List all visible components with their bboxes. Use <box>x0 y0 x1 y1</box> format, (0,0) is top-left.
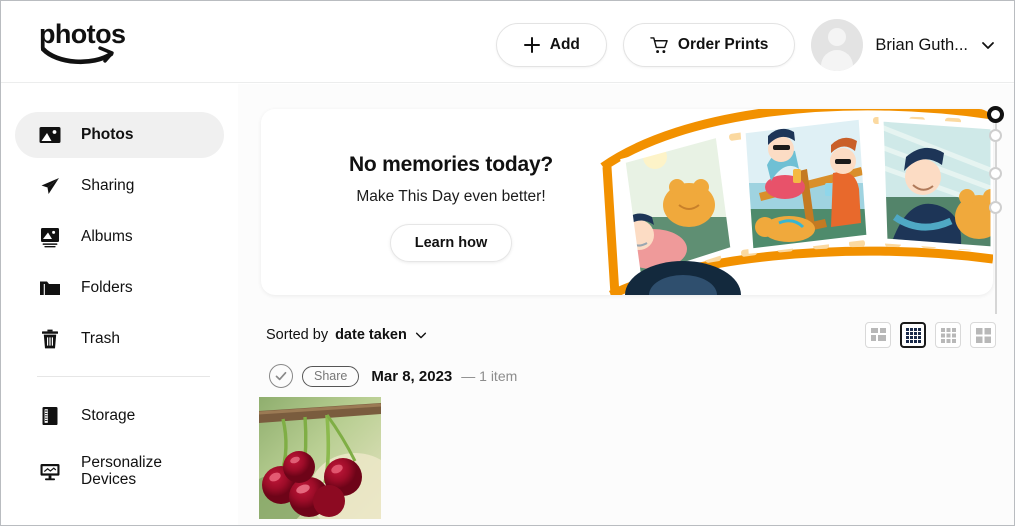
scrubber-dot[interactable] <box>989 201 1002 214</box>
avatar <box>811 19 864 71</box>
sidebar-item-folders[interactable]: Folders <box>15 265 224 311</box>
sidebar-label-storage: Storage <box>81 407 136 425</box>
sort-value-label: date taken <box>335 327 407 343</box>
personalize-line-1: Personalize <box>81 453 162 471</box>
amazon-photos-window: photos Add Order Prints Brian Guth... Ph… <box>0 0 1015 526</box>
sidebar-item-albums[interactable]: Albums <box>15 214 224 260</box>
banner-text-block: No memories today? Make This Day even be… <box>261 153 641 262</box>
view-mode-dense-grid[interactable] <box>900 322 926 348</box>
avatar-body <box>821 50 854 71</box>
sidebar-item-sharing[interactable]: Sharing <box>15 163 224 209</box>
monitor-icon <box>37 458 63 484</box>
app-header: photos Add Order Prints Brian Guth... <box>1 1 1014 83</box>
learn-how-button[interactable]: Learn how <box>389 224 513 262</box>
sort-prefix-label: Sorted by <box>266 327 329 343</box>
trash-icon <box>37 326 63 352</box>
sidebar-divider <box>37 376 210 377</box>
group-item-count: — 1 item <box>461 368 518 384</box>
image-icon <box>37 122 63 148</box>
view-mode-group <box>865 322 996 348</box>
sidebar-label-trash: Trash <box>81 330 121 348</box>
add-button-label: Add <box>549 36 580 53</box>
sidebar-item-personalize-devices[interactable]: Personalize Devices <box>15 444 224 498</box>
paper-plane-icon <box>37 173 63 199</box>
sort-toolbar: Sorted by date taken <box>266 318 996 352</box>
film-strip-photos-illustration <box>600 109 993 295</box>
plus-icon <box>523 37 540 53</box>
order-prints-label: Order Prints <box>677 36 769 53</box>
share-button[interactable]: Share <box>302 365 360 387</box>
chevron-down-icon <box>415 332 426 339</box>
view-mode-medium-grid[interactable] <box>935 322 961 348</box>
select-all-checkbox[interactable] <box>269 364 293 388</box>
grid-2x2-icon <box>870 327 886 341</box>
timeline-scrubber[interactable] <box>986 96 1006 336</box>
photo-thumbnail-cherries[interactable] <box>259 397 381 519</box>
sidebar-label-folders: Folders <box>81 279 133 297</box>
memories-banner: No memories today? Make This Day even be… <box>261 109 993 295</box>
sidebar-item-storage[interactable]: Storage <box>15 393 224 439</box>
group-date-label: Mar 8, 2023 <box>371 367 453 385</box>
shopping-cart-icon <box>650 36 668 53</box>
scrubber-dot-active[interactable] <box>987 106 1004 123</box>
header-actions: Add Order Prints Brian Guth... <box>495 19 1000 71</box>
sidebar-label-sharing: Sharing <box>81 177 135 195</box>
photo-group-header: Share Mar 8, 2023 — 1 item <box>269 364 517 388</box>
storage-icon <box>37 403 63 429</box>
sort-dropdown[interactable]: Sorted by date taken <box>266 327 428 343</box>
folder-icon <box>37 275 63 301</box>
sidebar-item-photos[interactable]: Photos <box>15 112 224 158</box>
sidebar-label-personalize-devices: Personalize Devices <box>81 454 162 489</box>
scrubber-dot[interactable] <box>989 129 1002 142</box>
banner-subtitle: Make This Day even better! <box>356 188 546 205</box>
scrubber-track <box>995 114 997 314</box>
sidebar-item-trash[interactable]: Trash <box>15 316 224 362</box>
sidebar: Photos Sharing Albums Folders Trash Stor… <box>1 84 238 525</box>
order-prints-button[interactable]: Order Prints <box>622 23 796 67</box>
user-menu[interactable]: Brian Guth... <box>811 19 1000 71</box>
scrubber-dot[interactable] <box>989 167 1002 180</box>
add-button[interactable]: Add <box>495 23 607 67</box>
sidebar-label-photos: Photos <box>81 126 134 144</box>
view-mode-large-grid[interactable] <box>865 322 891 348</box>
grid-3x3-icon <box>940 327 956 343</box>
amazon-smile-arrow-icon <box>41 46 114 65</box>
check-icon <box>275 371 287 381</box>
chevron-down-icon <box>982 42 994 49</box>
banner-title: No memories today? <box>348 153 554 176</box>
avatar-head <box>828 28 847 46</box>
sidebar-label-albums: Albums <box>81 228 133 246</box>
amazon-photos-logo[interactable]: photos <box>39 19 134 65</box>
albums-icon <box>37 224 63 250</box>
personalize-line-2: Devices <box>81 471 137 488</box>
user-name: Brian Guth... <box>875 35 968 54</box>
grid-4x4-icon <box>905 327 921 343</box>
